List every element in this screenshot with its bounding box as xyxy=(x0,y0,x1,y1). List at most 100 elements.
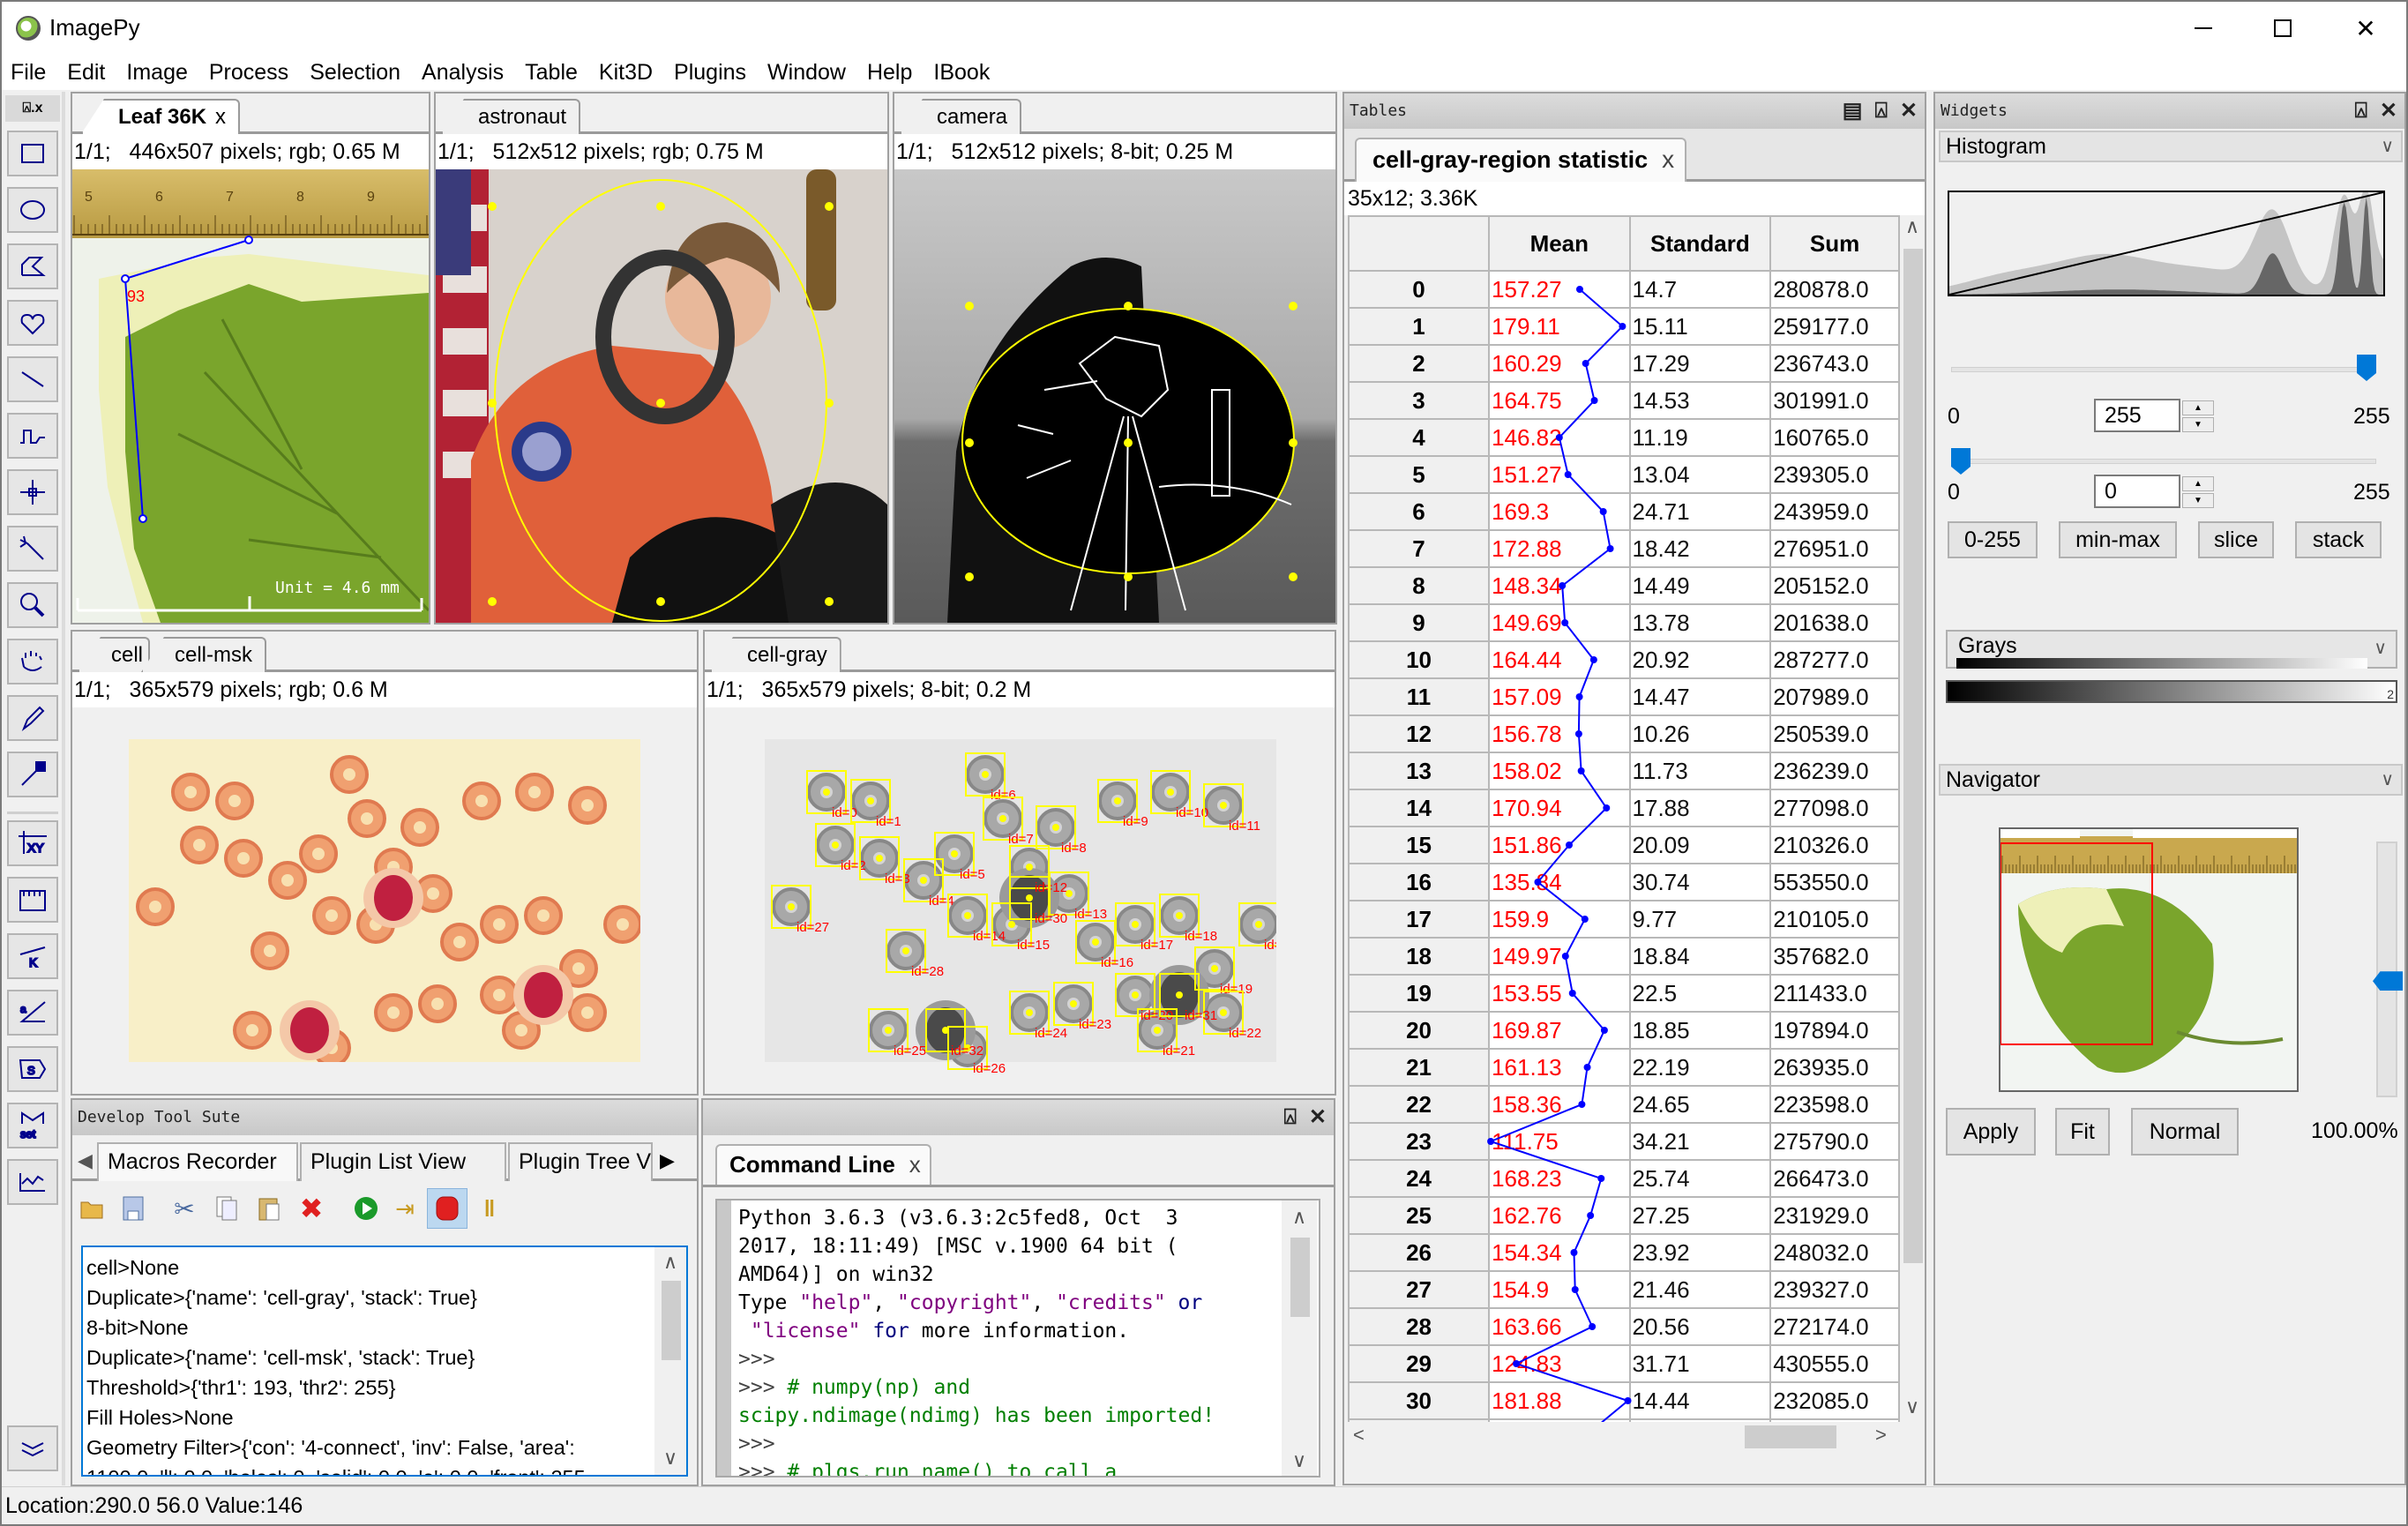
image-canvas-astronaut[interactable] xyxy=(436,169,887,623)
pin-icon[interactable]: ⍓ xyxy=(23,101,32,116)
row-index[interactable]: 26 xyxy=(1348,1233,1491,1272)
open-folder-icon[interactable] xyxy=(78,1193,108,1223)
cell-standard[interactable]: 14.7 xyxy=(1628,270,1772,309)
cell-sum[interactable]: 266473.0 xyxy=(1769,1159,1900,1198)
close-tab-icon[interactable]: x xyxy=(1662,146,1674,173)
cell-standard[interactable]: 14.49 xyxy=(1628,566,1772,605)
row-index[interactable]: 23 xyxy=(1348,1122,1491,1161)
row-index[interactable]: 11 xyxy=(1348,677,1491,716)
cell-standard[interactable]: 24.71 xyxy=(1628,492,1772,531)
navigator-zoom-thumb[interactable] xyxy=(2373,971,2403,991)
slice-button[interactable]: slice xyxy=(2198,521,2274,558)
table-row[interactable]: 21 161.13 22.19 263935.0 xyxy=(1348,1048,1900,1087)
cell-standard[interactable]: 17.88 xyxy=(1628,789,1772,827)
tool-freehand-select[interactable] xyxy=(7,300,58,346)
cell-standard[interactable]: 20.92 xyxy=(1628,640,1772,679)
scroll-right-icon[interactable]: > xyxy=(1875,1424,1887,1447)
menu-ibook[interactable]: IBook xyxy=(933,60,990,86)
table-row[interactable]: 0 157.27 14.7 280878.0 xyxy=(1348,270,1900,309)
cell-standard[interactable]: 24.65 xyxy=(1628,1085,1772,1124)
cell-mean[interactable]: 157.09 xyxy=(1488,677,1631,716)
apply-button[interactable]: Apply xyxy=(1946,1108,2036,1156)
minimize-button[interactable] xyxy=(2163,2,2244,55)
scroll-up-icon[interactable]: ∧ xyxy=(1292,1206,1306,1229)
delete-icon[interactable]: ✖ xyxy=(296,1193,326,1224)
record-icon[interactable] xyxy=(427,1188,467,1229)
cell-sum[interactable]: 275790.0 xyxy=(1769,1122,1900,1161)
tool-coordinate[interactable]: XY xyxy=(7,820,58,866)
histogram-section-header[interactable]: Histogram ∨ xyxy=(1939,131,2403,162)
cell-sum[interactable]: 263935.0 xyxy=(1769,1048,1900,1087)
close-icon[interactable]: ✕ xyxy=(1309,1105,1327,1129)
tab-cell-gray-region-statistic[interactable]: cell-gray-region statistic x xyxy=(1355,138,1687,182)
scroll-left-icon[interactable]: < xyxy=(1353,1424,1365,1447)
cell-mean[interactable]: 172.88 xyxy=(1488,529,1631,568)
row-index[interactable]: 2 xyxy=(1348,344,1491,383)
table-row[interactable]: 26 154.34 23.92 248032.0 xyxy=(1348,1233,1900,1272)
min-value-input[interactable]: 0 xyxy=(2094,475,2180,508)
cell-sum[interactable]: 243959.0 xyxy=(1769,492,1900,531)
cell-sum[interactable]: 250539.0 xyxy=(1769,714,1900,753)
table-row[interactable]: 5 151.27 13.04 239305.0 xyxy=(1348,455,1900,494)
cell-standard[interactable]: 10.26 xyxy=(1628,714,1772,753)
row-index[interactable]: 0 xyxy=(1348,270,1491,309)
min-value-spinner[interactable]: ▲ ▼ xyxy=(2182,476,2214,510)
cell-standard[interactable]: 21.46 xyxy=(1628,1270,1772,1309)
cell-sum[interactable]: 210105.0 xyxy=(1769,900,1900,939)
cell-mean[interactable]: 111.75 xyxy=(1488,1122,1631,1161)
cell-mean[interactable]: 164.44 xyxy=(1488,640,1631,679)
run-icon[interactable] xyxy=(351,1193,381,1223)
table-row[interactable]: 9 149.69 13.78 201638.0 xyxy=(1348,603,1900,642)
cell-standard[interactable]: 14.53 xyxy=(1628,381,1772,420)
cell-mean[interactable]: 146.82 xyxy=(1488,418,1631,457)
table-row[interactable]: 24 168.23 25.74 266473.0 xyxy=(1348,1159,1900,1198)
data-grid[interactable]: Mean Standard Sum 0 157.27 14.7 280878.0 1 179.… xyxy=(1348,215,1900,1422)
image-canvas-camera[interactable] xyxy=(894,169,1335,623)
row-index[interactable]: 6 xyxy=(1348,492,1491,531)
cell-mean[interactable]: 154.34 xyxy=(1488,1233,1631,1272)
tab-scroll-right-icon[interactable]: ▶ xyxy=(660,1149,675,1172)
cell-standard[interactable]: 31.71 xyxy=(1628,1344,1772,1383)
navigator-zoom-slider[interactable] xyxy=(2373,842,2403,1097)
cell-standard[interactable]: 20.09 xyxy=(1628,826,1772,864)
maximize-button[interactable] xyxy=(2242,2,2323,55)
normal-button[interactable]: Normal xyxy=(2131,1108,2239,1156)
cell-sum[interactable]: 207989.0 xyxy=(1769,677,1900,716)
range-0-255-button[interactable]: 0-255 xyxy=(1948,521,2038,558)
pause-icon[interactable]: ‖ xyxy=(475,1193,505,1223)
cell-standard[interactable]: 13.04 xyxy=(1628,455,1772,494)
table-horizontal-scrollbar[interactable]: < > xyxy=(1348,1422,1900,1452)
macro-text-area[interactable]: cell>None Duplicate>{'name': 'cell-gray',… xyxy=(81,1245,688,1477)
row-index[interactable]: 21 xyxy=(1348,1048,1491,1087)
table-row[interactable]: 25 162.76 27.25 231929.0 xyxy=(1348,1196,1900,1235)
cell-mean[interactable]: 163.66 xyxy=(1488,1307,1631,1346)
tab-macros-recorder[interactable]: Macros Recorder xyxy=(97,1142,298,1181)
row-index[interactable]: 4 xyxy=(1348,418,1491,457)
macro-vertical-scrollbar[interactable]: ∧ ∨ xyxy=(654,1247,686,1475)
cell-standard[interactable]: 11.73 xyxy=(1628,752,1772,790)
cell-mean[interactable]: 149.69 xyxy=(1488,603,1631,642)
console-vertical-scrollbar[interactable]: ∧ ∨ xyxy=(1282,1201,1317,1476)
cell-sum[interactable]: 248032.0 xyxy=(1769,1233,1900,1272)
tool-profile[interactable] xyxy=(7,1159,58,1205)
cell-standard[interactable]: 27.25 xyxy=(1628,1196,1772,1235)
python-console[interactable]: Python 3.6.3 (v3.6.3:2c5fed8, Oct 3 2017,… xyxy=(715,1199,1320,1477)
cell-standard[interactable]: 18.84 xyxy=(1628,937,1772,976)
min-max-button[interactable]: min-max xyxy=(2059,521,2177,558)
menu-image[interactable]: Image xyxy=(126,60,187,86)
cell-sum[interactable]: 280878.0 xyxy=(1769,270,1900,309)
table-row[interactable]: 3 164.75 14.53 301991.0 xyxy=(1348,381,1900,420)
cell-sum[interactable]: 197894.0 xyxy=(1769,1011,1900,1050)
menu-plugins[interactable]: Plugins xyxy=(674,60,746,86)
scroll-thumb[interactable] xyxy=(1290,1238,1310,1317)
close-tab-icon[interactable]: x xyxy=(909,1151,921,1178)
navigator-section-header[interactable]: Navigator ∨ xyxy=(1939,764,2403,796)
table-row[interactable]: 10 164.44 20.92 287277.0 xyxy=(1348,640,1900,679)
max-slider-thumb[interactable] xyxy=(2357,355,2376,381)
column-header-sum[interactable]: Sum xyxy=(1769,215,1900,272)
table-row[interactable]: 11 157.09 14.47 207989.0 xyxy=(1348,677,1900,716)
cell-mean[interactable]: 164.75 xyxy=(1488,381,1631,420)
tab-cell-gray[interactable]: cell-gray xyxy=(710,637,841,672)
cell-sum[interactable]: 205152.0 xyxy=(1769,566,1900,605)
column-header-index[interactable] xyxy=(1348,215,1491,272)
